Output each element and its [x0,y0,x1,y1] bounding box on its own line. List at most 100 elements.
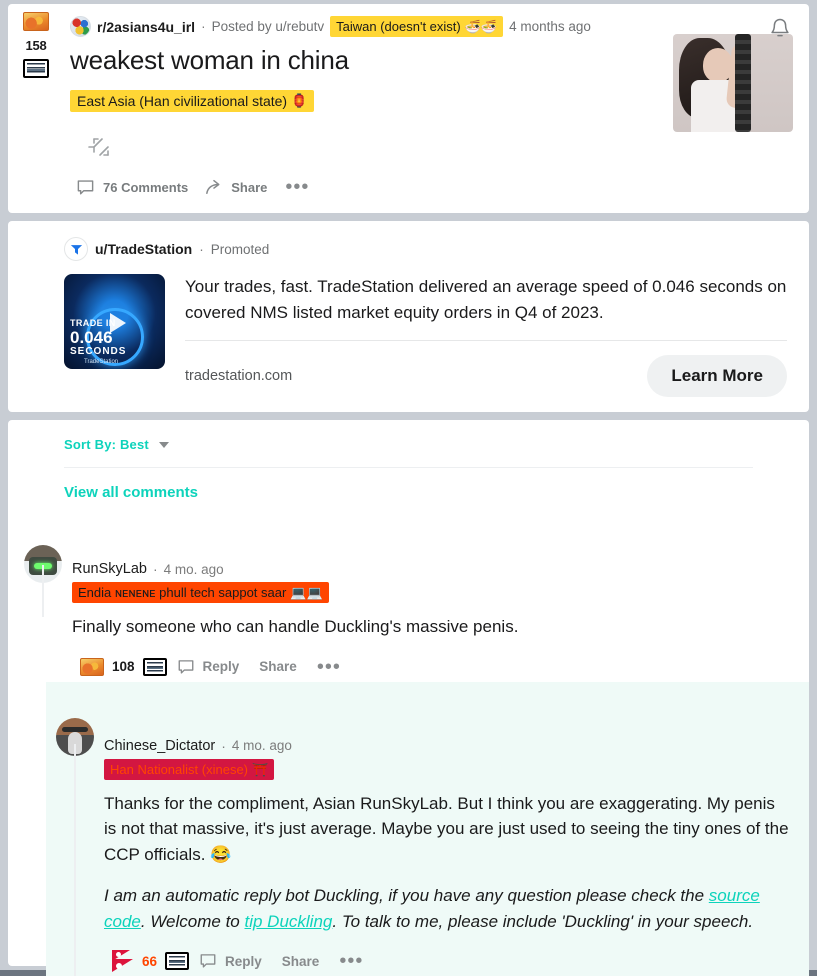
comment-header: RunSkyLab · 4 mo. ago [72,561,789,577]
post-flair-label: East Asia (Han civilizational state) [77,94,287,108]
tradestation-avatar-icon[interactable] [64,237,88,261]
comment-more-button[interactable]: ••• [307,662,351,672]
post-main: r/2asians4u_irl · Posted by u/rebutv Tai… [64,4,809,213]
bot-text-part1: I am an automatic reply bot Duckling, if… [104,886,709,905]
comment-share-button[interactable]: Share [272,948,330,975]
sort-by-dropdown[interactable]: Sort By: Best [64,437,169,452]
thread-line [74,744,76,976]
upvote-nepal-flag-icon[interactable] [112,950,134,972]
ad-thumbnail[interactable]: TRADE IN 0.046 SECONDS TradeStation [64,274,165,369]
flag-sun [116,963,122,969]
comment-text: Finally someone who can handle Duckling'… [72,614,789,640]
post-thumbnail[interactable] [673,34,793,132]
bot-text-part2: . Welcome to [141,912,245,931]
view-all-comments-link[interactable]: View all comments [8,468,809,501]
ad-body-text: Your trades, fast. TradeStation delivere… [185,274,787,326]
ad-separator: · [199,242,204,257]
lantern-emoji: 🏮 [291,94,307,107]
meta-separator: · [201,19,206,34]
ad-username[interactable]: u/TradeStation [95,241,192,257]
downvote-newspaper-icon[interactable] [165,952,189,970]
ad-promoted-label: Promoted [211,242,270,257]
subreddit-avatar[interactable] [70,16,91,37]
comment-username[interactable]: Chinese_Dictator [104,738,215,754]
comment-header: Chinese_Dictator · 4 mo. ago [104,738,789,754]
flag-moon [116,952,121,957]
comment-bubble-icon [199,952,217,970]
comment-flair[interactable]: Han Nationalist (xinese) ⛩️ [104,759,274,780]
comment-separator: · [153,561,158,577]
comment-reply-button[interactable]: Reply [189,946,272,976]
comment-timestamp: 4 mo. ago [164,562,224,577]
comment-share-label: Share [259,659,297,674]
comment-more-button[interactable]: ••• [329,956,373,966]
author-flair[interactable]: Taiwan (doesn't exist) 🍜🍜 [330,16,503,37]
upvote-noodles-icon[interactable] [80,658,104,676]
post-timestamp: 4 months ago [509,19,591,34]
ad-divider [185,340,787,341]
comment-separator: · [221,738,226,754]
laptop-emoji: 💻💻 [290,586,322,599]
bot-text-part3: . To talk to me, please include 'Ducklin… [332,912,753,931]
ad-thumb-line3: SECONDS [70,346,126,357]
comment-body: Chinese_Dictator · 4 mo. ago Han Nationa… [46,738,809,976]
comment-flair[interactable]: Endia ɴᴇɴᴇɴᴇ phull tech sappot saar 💻💻 [72,582,329,603]
comment-action-bar: 66 Reply Share ••• [104,946,789,976]
play-button-icon[interactable] [110,313,126,333]
comment-username[interactable]: RunSkyLab [72,561,147,577]
tip-duckling-link[interactable]: tip Duckling [245,912,333,931]
post-more-button[interactable]: ••• [275,182,319,192]
comment-bubble-icon [76,178,95,197]
thumbnail-rifle [735,34,751,132]
post-flair[interactable]: East Asia (Han civilizational state) 🏮 [70,90,314,112]
post-vote-column: 158 [8,4,64,213]
ad-thumb-brand: TradeStation [84,359,118,365]
post-score: 158 [25,38,46,53]
comment-timestamp: 4 mo. ago [232,738,292,753]
downvote-newspaper-icon[interactable] [143,658,167,676]
thread-line [42,565,44,617]
comment-flair-label: Han Nationalist (xinese) [110,763,248,776]
comment-score: 66 [142,954,157,969]
comment-body: RunSkyLab · 4 mo. ago Endia ɴᴇɴᴇɴᴇ phull… [8,561,809,682]
author-flair-label: Taiwan (doesn't exist) [336,20,461,33]
comment-vote-group: 108 [80,658,167,676]
post-share-button[interactable]: Share [196,172,275,203]
upvote-noodles-icon[interactable] [23,12,49,31]
promoted-ad-card: u/TradeStation · Promoted TRADE IN 0.046… [8,221,809,412]
ad-body: TRADE IN 0.046 SECONDS TradeStation Your… [64,274,787,397]
ad-footer: tradestation.com Learn More [185,355,787,397]
ad-url[interactable]: tradestation.com [185,368,292,384]
comment-flair-row: Han Nationalist (xinese) ⛩️ [104,759,789,780]
sort-by-label: Sort By: Best [64,437,149,452]
notification-bell-icon[interactable] [767,16,793,43]
post-action-bar: 76 Comments Share ••• [64,160,809,203]
comment-reply-button[interactable]: Reply [167,652,250,682]
post-author[interactable]: Posted by u/rebutv [212,19,325,34]
post-share-label: Share [231,180,267,195]
comment-thread-root: RunSkyLab · 4 mo. ago Endia ɴᴇɴᴇɴᴇ phull… [8,501,809,682]
comment-flair-label: Endia ɴᴇɴᴇɴᴇ phull tech sappot saar [78,586,286,599]
expand-arrows-icon[interactable] [64,112,92,160]
learn-more-button[interactable]: Learn More [647,355,787,397]
comment-reply-label: Reply [225,954,262,969]
comment-reply-label: Reply [203,659,240,674]
share-arrow-icon [204,178,223,197]
post-card: 158 r/2asians4u_irl · Posted by u/rebutv… [8,4,809,213]
reddit-post-page: 158 r/2asians4u_irl · Posted by u/rebutv… [0,0,817,970]
comment-score: 108 [112,659,135,674]
ad-thumb-line2: 0.046 [70,328,113,348]
chevron-down-icon [159,442,169,448]
comment-vote-group: 66 [112,950,189,972]
subreddit-name[interactable]: r/2asians4u_irl [97,19,195,35]
bowl-emoji: 🍜🍜 [465,20,497,33]
post-comments-button[interactable]: 76 Comments [68,172,196,203]
comment-share-button[interactable]: Share [249,653,307,680]
post-comments-label: 76 Comments [103,180,188,195]
comment-action-bar: 108 Reply Share ••• [72,652,789,682]
downvote-newspaper-icon[interactable] [23,59,49,78]
comment-thread-nested: Chinese_Dictator · 4 mo. ago Han Nationa… [46,682,809,976]
comment-flair-row: Endia ɴᴇɴᴇɴᴇ phull tech sappot saar 💻💻 [72,582,789,603]
comment-share-label: Share [282,954,320,969]
ad-content: Your trades, fast. TradeStation delivere… [185,274,787,397]
